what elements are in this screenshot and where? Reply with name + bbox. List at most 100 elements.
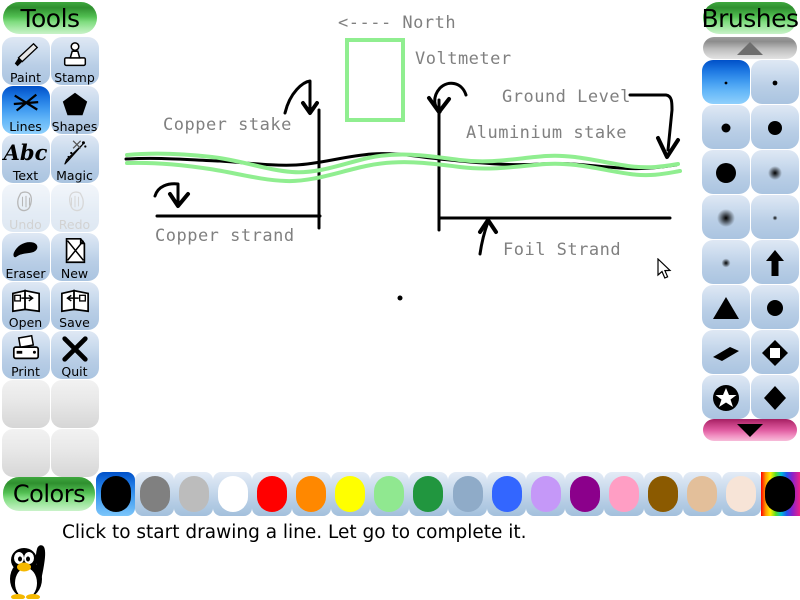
color-swatch-fill [687,476,718,512]
color-swatch-fill [726,476,757,512]
tool-button-print[interactable]: Print [1,331,50,379]
ground-level-leader [628,93,674,152]
canvas-label: Ground Level [502,87,631,107]
tool-button-magic[interactable]: Magic [50,135,99,183]
brush-button-1[interactable] [750,60,799,104]
brush-button-3[interactable] [750,105,799,149]
brush-button-11[interactable] [750,285,799,329]
brush-star-circle [702,376,750,419]
tool-button-text[interactable]: Abc Text [1,135,50,183]
color-swatch-purple[interactable] [565,472,605,516]
brush-button-10[interactable] [701,285,750,329]
color-swatch-cream[interactable] [721,472,761,516]
brush-button-8[interactable] [701,240,750,284]
wand-icon [51,136,99,169]
tool-label: New [60,266,89,281]
color-swatch-red[interactable] [252,472,292,516]
brush-button-9[interactable] [750,240,799,284]
quit-x-icon [51,332,99,365]
color-swatch-fill [608,476,639,512]
color-swatch-fill [178,476,209,512]
brushes-scroll-up-button[interactable] [703,37,797,59]
color-swatch-fill [491,476,522,512]
abc-icon: Abc [3,140,48,165]
tool-label: Text [12,168,39,183]
stray-dot [397,295,403,301]
color-swatch-green[interactable] [408,472,448,516]
color-swatch-light-green[interactable] [369,472,409,516]
brushes-heading: Brushes [701,2,799,34]
color-swatch-fill [100,476,131,512]
tool-label: Undo [9,217,42,232]
tool-button-shapes[interactable]: Shapes [50,86,99,134]
eraser-icon [2,234,50,267]
color-swatch-rainbow[interactable] [760,472,800,516]
tool-button-quit[interactable]: Quit [50,331,99,379]
tool-button-lines[interactable]: Lines [1,86,50,134]
brush-xlarge-dot [702,151,750,194]
color-swatch-white[interactable] [213,472,253,516]
tux-penguin-mascot [10,545,46,599]
color-swatch-yellow[interactable] [330,472,370,516]
brush-fuzzy-small [702,241,750,284]
color-swatch-black[interactable] [96,472,136,516]
tool-button-redo[interactable]: Redo [50,184,99,232]
tool-button-paint[interactable]: Paint [1,37,50,85]
canvas-label: Aluminium stake [466,123,627,143]
drawing-canvas[interactable]: <---- North Voltmeter Copper stake Ground L… [100,0,700,470]
brush-button-0[interactable] [701,60,750,104]
tool-label: Open [8,315,43,330]
tool-empty-slot [50,380,99,428]
color-swatch-fill [648,476,679,512]
brush-button-5[interactable] [750,150,799,194]
brush-button-14[interactable] [701,375,750,419]
color-swatch-orange[interactable] [291,472,331,516]
printer-icon [2,332,50,365]
brushes-scroll-down-button[interactable] [703,419,797,441]
canvas-label: Copper strand [155,226,295,246]
tool-button-save[interactable]: Save [50,282,99,330]
canvas-text-labels: <---- North Voltmeter Copper stake Ground L… [155,13,631,260]
color-swatch-fill [569,476,600,512]
brush-button-12[interactable] [701,330,750,374]
canvas-label: Copper stake [163,115,292,135]
brush-button-4[interactable] [701,150,750,194]
brushes-panel: Brushes [700,0,800,470]
tool-button-stamp[interactable]: Stamp [50,37,99,85]
color-swatch-light-grey[interactable] [174,472,214,516]
colors-heading: Colors [3,477,95,511]
color-swatch-fill [256,476,287,512]
brush-tiny-dot [702,61,750,104]
brush-button-2[interactable] [701,105,750,149]
color-swatch-dark-grey[interactable] [135,472,175,516]
color-swatch-lavender[interactable] [526,472,566,516]
color-swatch-brown[interactable] [643,472,683,516]
mouse-cursor [657,258,672,279]
color-swatch-slate-blue[interactable] [447,472,488,516]
color-swatch-fill [139,476,170,512]
brush-button-6[interactable] [701,195,750,239]
color-swatch-fill [374,476,405,512]
brush-button-7[interactable] [750,195,799,239]
color-swatch-pink[interactable] [604,472,644,516]
brush-button-13[interactable] [750,330,799,374]
brush-fuzzy-medium [702,196,750,239]
brush-slanted-blob [702,331,750,374]
canvas-label: <---- North [338,13,456,33]
status-bar: Click to start drawing a line. Let go to… [0,518,800,546]
tool-button-eraser[interactable]: Eraser [1,233,50,281]
brush-soft-dot [751,151,799,194]
color-swatch-fill [452,476,483,512]
color-swatch-tan[interactable] [682,472,722,516]
tool-label: Quit [61,364,88,379]
brush-fuzzy-tiny [751,196,799,239]
tool-button-undo[interactable]: Undo [1,184,50,232]
color-swatch-blue[interactable] [487,472,527,516]
color-swatch-fill [296,476,327,512]
pentagon-icon [51,87,99,120]
color-palette [96,472,800,516]
tool-button-open[interactable]: Open [1,282,50,330]
tool-button-new[interactable]: New [50,233,99,281]
tool-label: Lines [9,119,42,134]
brush-button-15[interactable] [750,375,799,419]
